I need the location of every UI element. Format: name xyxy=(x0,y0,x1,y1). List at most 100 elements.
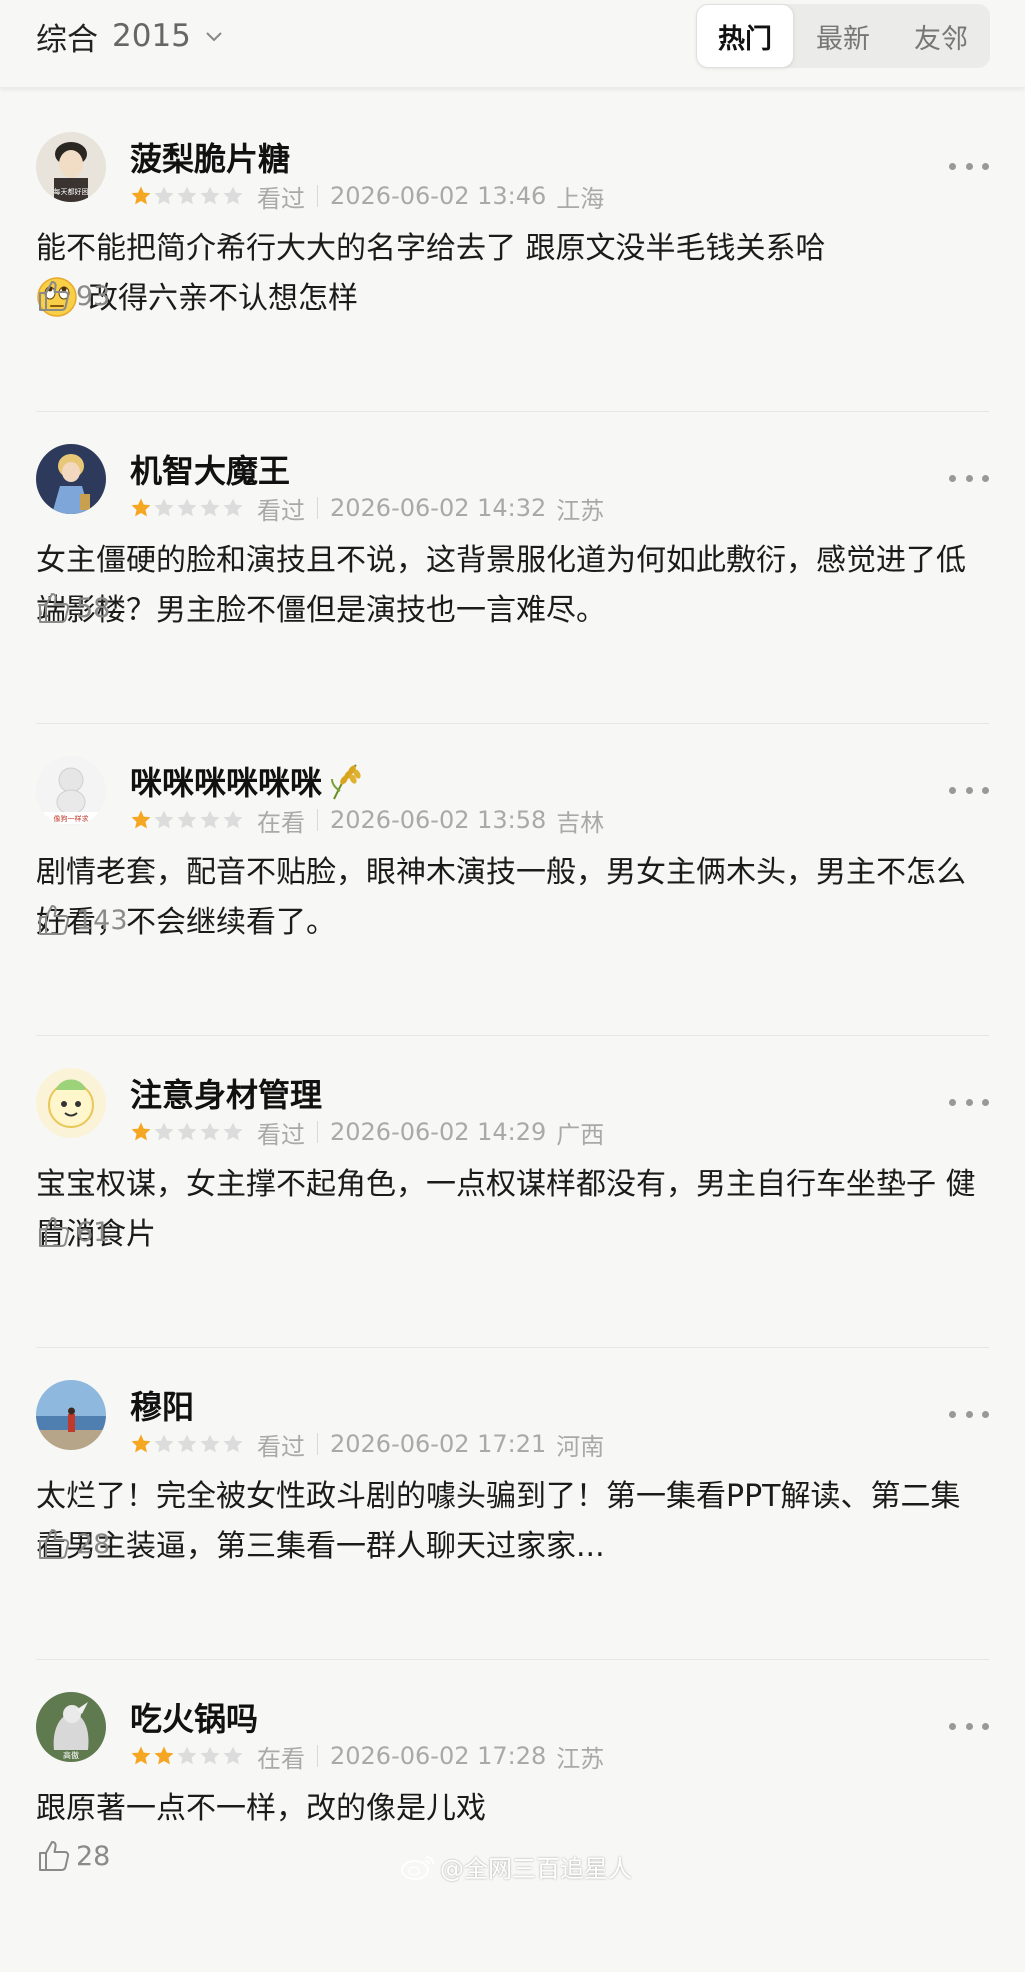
avatar[interactable] xyxy=(36,1068,106,1138)
review-meta: 在看 2026-06-02 17:28 江苏 xyxy=(130,1740,605,1773)
username[interactable]: 菠梨脆片糖 xyxy=(130,134,290,180)
watch-status: 看过 xyxy=(257,1432,305,1461)
star-empty-icon xyxy=(154,810,174,829)
like-button[interactable]: 61 xyxy=(36,1212,110,1252)
star-filled-icon xyxy=(131,498,151,517)
star-empty-icon xyxy=(200,498,220,517)
star-filled-icon xyxy=(131,1746,151,1765)
divider xyxy=(317,1433,318,1455)
review-item: 机智大魔王 看过 2026-06-02 14:32 江苏 女主僵硬的脸和演技且不… xyxy=(36,412,989,724)
star-empty-icon xyxy=(200,1434,220,1453)
like-count: 28 xyxy=(76,1840,111,1872)
star-rating xyxy=(130,497,245,519)
more-options-icon[interactable] xyxy=(949,1088,989,1116)
star-filled-icon xyxy=(154,1746,174,1765)
review-item: 穆阳 看过 2026-06-02 17:21 河南 太烂了！完全被女性政斗剧的噱… xyxy=(36,1348,989,1660)
avatar[interactable]: 高傲 xyxy=(36,1692,106,1762)
star-empty-icon xyxy=(177,186,197,205)
review-location: 吉林 xyxy=(556,808,605,837)
filter-year: 2015 xyxy=(112,18,191,54)
review-item: 高傲 吃火锅吗 在看 2026-06-02 17:28 江苏 跟原著一点不一样，… xyxy=(36,1660,989,1972)
star-rating xyxy=(130,185,245,207)
star-filled-icon xyxy=(131,186,151,205)
star-empty-icon xyxy=(154,1434,174,1453)
review-text-line: 能不能把简介希行大大的名字给去了 跟原文没半毛钱关系哈 xyxy=(36,231,826,266)
review-meta: 看过 2026-06-02 14:32 江苏 xyxy=(130,492,605,525)
review-item: 像狗一样求 咪咪咪咪咪咪 在看 2026-06-02 13:58 吉林 剧情老套… xyxy=(36,724,989,1036)
star-empty-icon xyxy=(223,810,243,829)
star-rating xyxy=(130,1433,245,1455)
like-count: 58 xyxy=(76,592,111,624)
avatar-caption: 像狗一样求 xyxy=(54,814,89,823)
tab-friends[interactable]: 友邻 xyxy=(892,4,990,68)
review-list: 每天都好困 菠梨脆片糖 看过 2026-06-02 13:46 上海 能不能把简… xyxy=(0,100,1025,1972)
review-meta: 看过 2026-06-02 17:21 河南 xyxy=(130,1428,605,1461)
star-rating xyxy=(130,1745,245,1767)
more-options-icon[interactable] xyxy=(949,1400,989,1428)
thumbs-up-icon xyxy=(39,593,70,623)
watch-status: 在看 xyxy=(257,808,305,837)
star-filled-icon xyxy=(131,1434,151,1453)
star-empty-icon xyxy=(223,1122,243,1141)
like-count: 93 xyxy=(76,280,111,312)
like-count: 28 xyxy=(76,1528,111,1560)
username[interactable]: 吃火锅吗 xyxy=(130,1694,258,1740)
review-meta: 看过 2026-06-02 14:29 广西 xyxy=(130,1116,604,1149)
thumbs-up-icon xyxy=(39,905,70,935)
more-options-icon[interactable] xyxy=(949,776,989,804)
filter-dropdown[interactable]: 综合 2015 xyxy=(36,14,225,58)
review-meta: 在看 2026-06-02 13:58 吉林 xyxy=(130,804,605,837)
watch-status: 看过 xyxy=(257,496,305,525)
review-location: 江苏 xyxy=(556,1744,605,1773)
more-options-icon[interactable] xyxy=(949,152,989,180)
review-meta: 看过 2026-06-02 13:46 上海 xyxy=(130,180,604,213)
thumbs-up-icon xyxy=(39,1841,70,1871)
review-item: 每天都好困 菠梨脆片糖 看过 2026-06-02 13:46 上海 能不能把简… xyxy=(36,100,989,412)
like-button[interactable]: 28 xyxy=(36,1524,110,1564)
more-options-icon[interactable] xyxy=(949,1712,989,1740)
divider xyxy=(317,497,318,519)
review-text: 宝宝权谋，女主撑不起角色，一点权谋样都没有，男主自行车坐垫子 健胃消食片 xyxy=(36,1167,976,1252)
review-text: 太烂了！完全被女性政斗剧的噱头骗到了！第一集看PPT解读、第二集看男主装逼，第三… xyxy=(36,1479,961,1564)
thumbs-up-icon xyxy=(39,281,70,311)
review-location: 河南 xyxy=(556,1432,605,1461)
avatar-caption: 高傲 xyxy=(63,1750,79,1760)
review-text: 能不能把简介希行大大的名字给去了 跟原文没半毛钱关系哈 改得六亲不认想怎样 xyxy=(36,224,986,324)
star-filled-icon xyxy=(131,810,151,829)
rice-emoji-icon xyxy=(331,764,361,800)
avatar[interactable]: 每天都好困 xyxy=(36,132,106,202)
avatar[interactable]: 像狗一样求 xyxy=(36,756,106,826)
more-options-icon[interactable] xyxy=(949,464,989,492)
star-empty-icon xyxy=(177,1746,197,1765)
divider xyxy=(317,185,318,207)
star-empty-icon xyxy=(223,1746,243,1765)
username[interactable]: 注意身材管理 xyxy=(130,1070,322,1116)
avatar[interactable] xyxy=(36,1380,106,1450)
review-location: 江苏 xyxy=(556,496,605,525)
username-text: 咪咪咪咪咪咪 xyxy=(130,764,323,802)
like-button[interactable]: 58 xyxy=(36,588,110,628)
star-empty-icon xyxy=(177,1434,197,1453)
divider xyxy=(317,1745,318,1767)
tab-latest[interactable]: 最新 xyxy=(794,4,892,68)
star-empty-icon xyxy=(200,186,220,205)
username[interactable]: 咪咪咪咪咪咪 xyxy=(130,758,366,804)
review-datetime: 2026-06-02 14:32 xyxy=(330,494,547,522)
star-empty-icon xyxy=(154,186,174,205)
weibo-logo-icon xyxy=(401,1856,434,1880)
like-button[interactable]: 93 xyxy=(36,276,110,316)
divider xyxy=(317,809,318,831)
star-empty-icon xyxy=(223,1434,243,1453)
chevron-down-icon xyxy=(206,32,222,42)
star-empty-icon xyxy=(177,498,197,517)
username[interactable]: 穆阳 xyxy=(130,1382,194,1428)
tab-hot[interactable]: 热门 xyxy=(696,4,794,68)
like-button[interactable]: 143 xyxy=(36,900,128,940)
like-button[interactable]: 28 xyxy=(36,1836,110,1876)
star-filled-icon xyxy=(131,1122,151,1141)
review-item: 注意身材管理 看过 2026-06-02 14:29 广西 宝宝权谋，女主撑不起… xyxy=(36,1036,989,1348)
username[interactable]: 机智大魔王 xyxy=(130,446,290,492)
star-empty-icon xyxy=(223,498,243,517)
avatar[interactable] xyxy=(36,444,106,514)
star-empty-icon xyxy=(154,498,174,517)
